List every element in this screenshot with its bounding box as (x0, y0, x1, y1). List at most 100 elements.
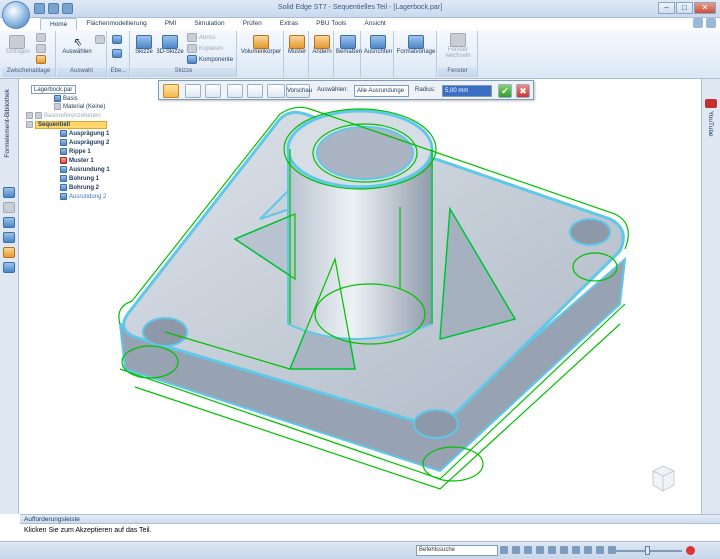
pattern-icon (60, 157, 67, 164)
tab-simulation[interactable]: Simulation (185, 18, 233, 30)
preview-button[interactable]: Vorschau (286, 84, 312, 98)
tree-item[interactable]: Bohrung 2 (60, 184, 99, 192)
view-orient-icon[interactable] (560, 546, 568, 554)
title-bar: Solid Edge ST7 - Sequentielles Teil - [L… (0, 0, 720, 18)
abriss-button[interactable]: Abriss (187, 33, 216, 42)
cut-button[interactable] (36, 33, 48, 42)
solid-icon (253, 35, 269, 49)
dimension-button[interactable]: Bemaßen (336, 35, 362, 55)
tree-root[interactable]: Lagerbock.par (31, 85, 76, 94)
sketch-button[interactable]: Skizze (134, 35, 154, 55)
tree-item[interactable]: Basisreferenzebenen (26, 112, 101, 120)
zoom-area-icon[interactable] (572, 546, 580, 554)
coordinate-system-icon (112, 49, 122, 58)
tab-view[interactable]: Ansicht (355, 18, 394, 30)
tree-item-sequential[interactable]: Sequentiell (26, 121, 108, 130)
shade-icon[interactable] (548, 546, 556, 554)
switch-window-button[interactable]: Fenster wechseln (440, 33, 476, 59)
sketch-view-icon[interactable] (584, 546, 592, 554)
tree-item[interactable]: Ausrundung 1 (60, 166, 110, 174)
select-step-button[interactable] (185, 84, 201, 98)
radius-options-button[interactable] (267, 84, 285, 98)
left-panel-icons (3, 187, 15, 273)
view-cube[interactable] (648, 463, 678, 493)
select-options-button[interactable] (95, 35, 107, 44)
tab-surfacing[interactable]: Flächenmodellierung (77, 18, 155, 30)
style-button[interactable]: Formatvorlage (396, 35, 436, 55)
sketch-3d-button[interactable]: 3D-Skizze (155, 35, 185, 55)
youtube-icon[interactable] (705, 99, 717, 108)
coordinate-system-button[interactable] (112, 49, 124, 58)
family-icon[interactable] (3, 232, 15, 243)
tree-item[interactable]: Ausprägung 2 (60, 139, 109, 147)
layers-icon[interactable] (3, 202, 15, 213)
tab-home[interactable]: Home (40, 18, 78, 30)
part-step-button[interactable] (163, 84, 179, 98)
tree-item[interactable]: Ausprägung 1 (60, 130, 109, 138)
library-icon[interactable] (3, 217, 15, 228)
settings-icon[interactable] (706, 18, 716, 28)
close-button[interactable]: ✕ (694, 2, 716, 14)
tree-item[interactable]: Muster 1 (60, 157, 94, 165)
tab-inspect[interactable]: Prüfen (234, 18, 271, 30)
tree-item[interactable]: Rippe 1 (60, 148, 91, 156)
status-bar: Befehlssuche (0, 541, 720, 559)
maximize-button[interactable]: □ (676, 2, 693, 14)
pattern-button[interactable]: Muster (286, 35, 308, 55)
select-button[interactable]: ⇖ Auswählen (59, 35, 95, 55)
paste-button[interactable]: Einfügen (6, 35, 30, 55)
component-button[interactable]: Komponente (187, 55, 233, 64)
dimension-icon (340, 35, 356, 49)
feature-library-tab[interactable]: Formelement-Bibliothek (4, 89, 11, 158)
tab-tools[interactable]: Extras (271, 18, 307, 30)
sketch-3d-icon (162, 35, 178, 49)
accept-button[interactable]: ✔ (498, 84, 512, 98)
hole-icon (60, 175, 67, 182)
rotate-icon[interactable] (536, 546, 544, 554)
solid-select-button[interactable] (227, 84, 243, 98)
select-label: Auswählen: (317, 87, 349, 93)
pan-icon[interactable] (524, 546, 532, 554)
align-button[interactable]: Ausrichten (363, 35, 393, 55)
copy-sketch-button[interactable]: Kopieren (187, 44, 223, 53)
options-button[interactable] (205, 84, 221, 98)
graphics-viewport[interactable]: Lagerbock.par Basis Material (Keine) Bas… (20, 79, 701, 514)
format-painter-button[interactable] (36, 55, 48, 64)
part-model[interactable] (20, 79, 701, 514)
sensors-icon[interactable] (3, 262, 15, 273)
command-search[interactable]: Befehlssuche (416, 545, 498, 556)
zoom-icon[interactable] (512, 546, 520, 554)
window-controls: – □ ✕ (658, 2, 716, 14)
modify-button[interactable]: Ändern (311, 35, 333, 55)
plane-button[interactable] (112, 35, 124, 44)
copy-button[interactable] (36, 44, 48, 53)
expand-icon (26, 121, 33, 128)
ribbon-tabs: Home Flächenmodellierung PMI Simulation … (40, 18, 395, 30)
help-icon[interactable] (693, 18, 703, 28)
group-clipboard: Einfügen Zwischenablage (2, 31, 56, 77)
zoom-slider-handle[interactable] (645, 546, 650, 555)
tree-item[interactable]: Basis (54, 95, 78, 103)
feature-select-button[interactable] (247, 84, 263, 98)
command-bar: Vorschau Auswählen: Alle Ausrundunge Rad… (158, 80, 534, 100)
pathfinder-icon[interactable] (3, 187, 15, 198)
filter-icon (95, 35, 105, 44)
tree-item[interactable]: Bohrung 1 (60, 175, 99, 183)
minimize-button[interactable]: – (658, 2, 675, 14)
stop-icon[interactable] (686, 546, 695, 555)
fit-icon[interactable] (500, 546, 508, 554)
group-dimension: Bemaßen (335, 31, 362, 77)
tree-item-active[interactable]: Ausrundung 2 (60, 193, 106, 201)
youtube-tab[interactable]: YouTube (707, 111, 714, 137)
cancel-button[interactable]: ✖ (516, 84, 530, 98)
display-icon[interactable] (596, 546, 604, 554)
select-dropdown[interactable]: Alle Ausrundunge (354, 85, 409, 97)
features-icon[interactable] (3, 247, 15, 258)
tab-pmi[interactable]: PMI (156, 18, 186, 30)
tab-pbu-tools[interactable]: PBU Tools (307, 18, 355, 30)
plane-icon (112, 35, 122, 44)
volume-body-button[interactable]: Volumenkörper (240, 35, 282, 55)
tree-item[interactable]: Material (Keine) (54, 103, 105, 111)
radius-input[interactable]: 5,00 mm (442, 85, 492, 97)
application-button[interactable] (2, 1, 30, 29)
